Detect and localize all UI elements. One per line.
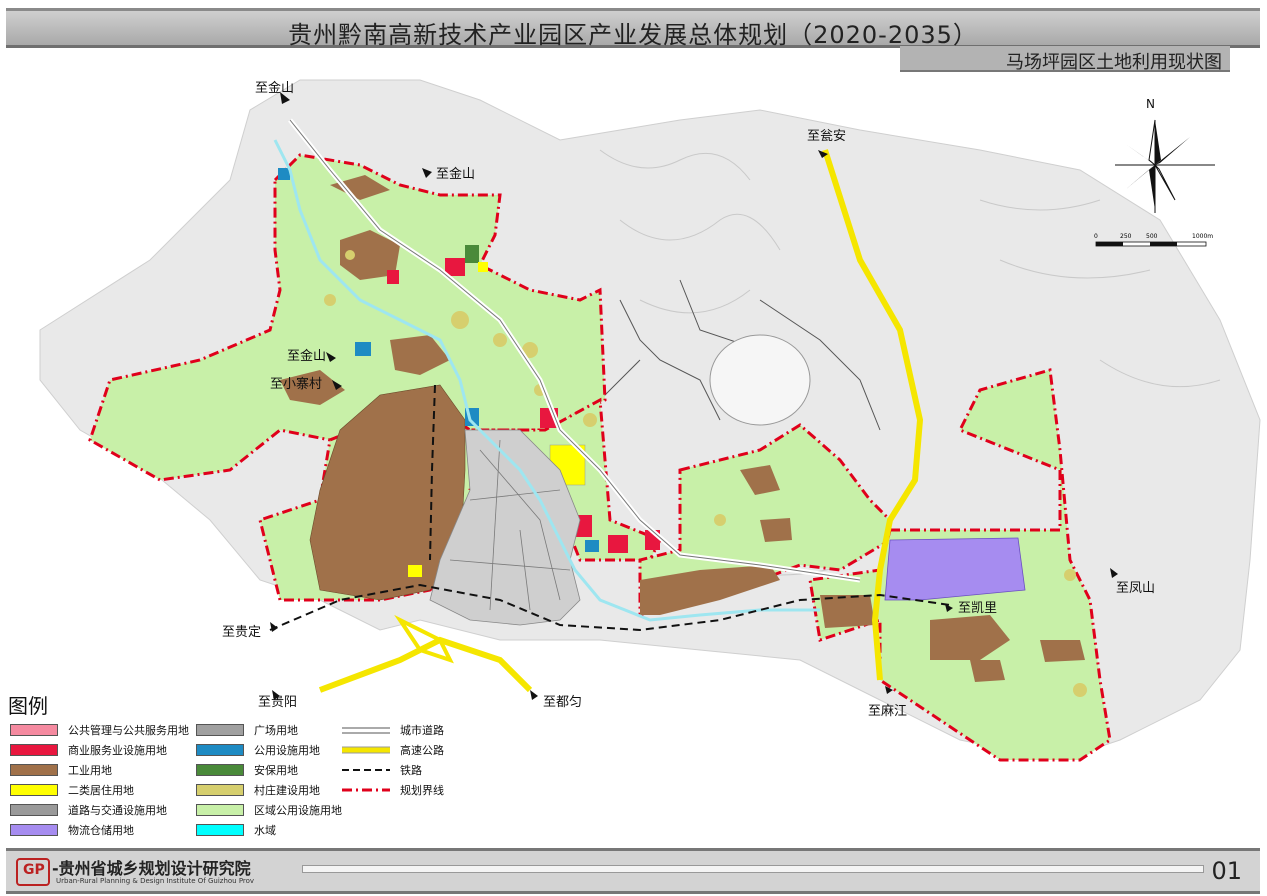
legend-label: 广场用地 (254, 724, 298, 737)
legend: 图例 公共管理与公共服务用地 商业服务业设施用地 工业用地 二类居住用地 道路与… (8, 690, 468, 840)
legend-label: 公用设施用地 (254, 744, 320, 757)
scale-tick-0: 0 (1094, 233, 1098, 240)
map-title: 贵州黔南高新技术产业园区产业发展总体规划（2020-2035） (288, 21, 978, 49)
quarry-area (709, 334, 811, 426)
legend-label: 村庄建设用地 (254, 784, 320, 797)
legend-item-utility: 公用设施用地 (196, 742, 320, 758)
scale-tick-1000: 1000m (1192, 233, 1213, 240)
legend-item-commercial: 商业服务业设施用地 (10, 742, 167, 758)
institute-name-en: Urban-Rural Planning & Design Institute … (56, 877, 255, 885)
legend-label: 城市道路 (400, 724, 444, 737)
label-to-xiaozhaicun: 至小寨村 (270, 376, 322, 392)
railway-line-icon (342, 769, 390, 771)
legend-swatch (196, 804, 244, 816)
legend-label: 物流仓储用地 (68, 824, 134, 837)
legend-item-security: 安保用地 (196, 762, 298, 778)
label-to-jinshan-left: 至金山 (287, 348, 326, 364)
legend-label: 商业服务业设施用地 (68, 744, 167, 757)
legend-swatch (10, 724, 58, 736)
boundary-line-icon (342, 788, 390, 792)
label-to-guiding: 至贵定 (222, 625, 261, 640)
legend-item-railway: 铁路 (342, 762, 422, 778)
label-to-jinshan-top: 至金山 (255, 80, 294, 96)
logo-text: GP (23, 862, 45, 878)
legend-swatch (10, 824, 58, 836)
footer-stripe (302, 865, 1204, 873)
legend-label: 水域 (254, 824, 276, 837)
legend-swatch (10, 744, 58, 756)
legend-swatch (196, 764, 244, 776)
title-bar: 贵州黔南高新技术产业园区产业发展总体规划（2020-2035） (6, 8, 1260, 49)
legend-swatch (196, 724, 244, 736)
institute-logo-icon: GP (16, 858, 50, 886)
legend-swatch (196, 784, 244, 796)
utility-3 (278, 168, 290, 180)
legend-item-logistics: 物流仓储用地 (10, 822, 134, 838)
page-number: 01 (1211, 857, 1242, 885)
label-to-fengshan: 至凤山 (1116, 581, 1155, 596)
label-to-majiang: 至麻江 (868, 704, 907, 719)
industrial-east-2 (970, 660, 1005, 682)
industrial-east-4 (820, 595, 875, 628)
commercial-north-1 (445, 258, 465, 276)
commercial-south-2 (608, 535, 628, 553)
label-to-duyun: 至都匀 (543, 695, 582, 710)
legend-label: 区域公用设施用地 (254, 804, 342, 817)
legend-item-industrial: 工业用地 (10, 762, 112, 778)
industrial-east-3 (1040, 640, 1085, 662)
logistics-zone (884, 537, 1026, 601)
legend-label: 工业用地 (68, 764, 112, 777)
legend-item-village: 村庄建设用地 (196, 782, 320, 798)
subtitle-bar: 马场坪园区土地利用现状图 (900, 46, 1230, 73)
north-arrow-icon (1115, 119, 1215, 213)
legend-item-highway: 高速公路 (342, 742, 444, 758)
security-1 (465, 245, 479, 263)
legend-item-public-service: 公共管理与公共服务用地 (10, 722, 189, 738)
scale-tick-250: 250 (1120, 233, 1132, 240)
city-road-line-icon (342, 727, 390, 734)
commercial-north-2 (387, 270, 399, 284)
label-to-wengan: 至瓮安 (807, 129, 846, 144)
legend-item-road-transport: 道路与交通设施用地 (10, 802, 167, 818)
footer-bar: GP -贵州省城乡规划设计研究院 Urban-Rural Planning & … (6, 848, 1260, 894)
industrial-central-east-2 (760, 518, 792, 542)
scale-tick-500: 500 (1146, 233, 1158, 240)
label-to-jinshan-mid: 至金山 (436, 166, 475, 182)
legend-label: 道路与交通设施用地 (68, 804, 167, 817)
legend-label: 安保用地 (254, 764, 298, 777)
legend-swatch (196, 744, 244, 756)
legend-title: 图例 (8, 694, 48, 718)
legend-item-water: 水域 (196, 822, 276, 838)
institute-name: -贵州省城乡规划设计研究院 (52, 859, 251, 878)
highway-southwest (318, 636, 533, 693)
scale-bar (1095, 241, 1207, 247)
legend-label: 二类居住用地 (68, 784, 134, 797)
legend-swatch (10, 764, 58, 776)
legend-swatch (10, 804, 58, 816)
utility-1 (355, 342, 371, 356)
highway-line-icon (342, 746, 390, 754)
legend-label: 公共管理与公共服务用地 (68, 724, 189, 737)
legend-swatch (10, 784, 58, 796)
legend-item-residential: 二类居住用地 (10, 782, 134, 798)
utility-4 (585, 540, 599, 552)
legend-item-city-road: 城市道路 (342, 722, 444, 738)
legend-item-square: 广场用地 (196, 722, 298, 738)
legend-label: 铁路 (400, 764, 422, 777)
label-to-kaili: 至凯里 (958, 601, 997, 616)
legend-swatch (196, 824, 244, 836)
legend-item-planning-boundary: 规划界线 (342, 782, 444, 798)
legend-item-regional-utility: 区域公用设施用地 (196, 802, 342, 818)
legend-label: 规划界线 (400, 784, 444, 797)
compass-north-label: N (1146, 97, 1155, 111)
residential-2 (408, 565, 422, 577)
legend-label: 高速公路 (400, 744, 444, 757)
residential-3 (478, 262, 488, 272)
